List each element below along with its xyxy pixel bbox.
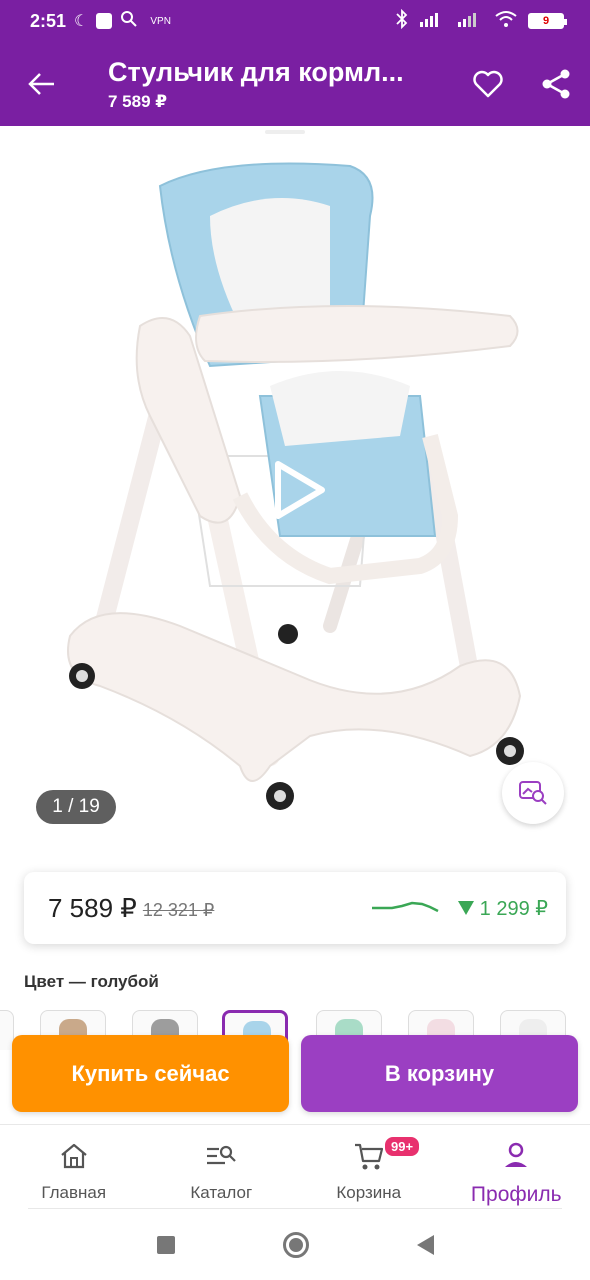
back-button[interactable] (0, 42, 84, 126)
color-label: Цвет — голубой (24, 972, 159, 991)
search-icon (120, 10, 138, 33)
cart-icon (353, 1139, 385, 1173)
nav-label-cart: Корзина (336, 1183, 402, 1202)
cart-count-badge: 99+ (383, 1135, 422, 1158)
image-counter: 1 / 19 (36, 790, 116, 824)
nav-label-home: Главная (41, 1183, 107, 1202)
nav-item-profile[interactable]: Профиль (443, 1125, 590, 1210)
nav-item-cart[interactable]: 99+ Корзина (295, 1125, 443, 1210)
price-drop-value: 1 299 ₽ (479, 897, 548, 920)
gallery-handle (265, 130, 305, 134)
wifi-icon (494, 10, 518, 33)
system-nav-bar (0, 1210, 590, 1280)
catalog-search-icon (205, 1139, 237, 1173)
bottom-nav: Главная Каталог 99+ Корзина Профиль (0, 1124, 590, 1210)
product-gallery[interactable]: 1 / 19 (0, 126, 590, 856)
profile-icon (501, 1139, 531, 1173)
buy-now-button[interactable]: Купить сейчас (12, 1035, 289, 1112)
status-left-icons: ☾ VPN (74, 10, 171, 33)
image-search-icon (519, 781, 547, 805)
header-texts: Стульчик для кормл... 7 589 ₽ (84, 57, 454, 112)
add-to-cart-button[interactable]: В корзину (301, 1035, 578, 1112)
nav-item-catalog[interactable]: Каталог (148, 1125, 296, 1210)
price-current: 7 589 ₽ (48, 892, 137, 923)
home-button[interactable] (282, 1232, 309, 1258)
nav-label-profile: Профиль (470, 1183, 562, 1206)
status-time: 2:51 (30, 10, 67, 31)
favorite-button[interactable] (454, 42, 522, 126)
price-drop: 1 299 ₽ (457, 896, 548, 921)
nav-divider (28, 1208, 562, 1209)
signal-icon-2 (456, 10, 484, 33)
header-price: 7 589 ₽ (108, 91, 168, 111)
share-button[interactable] (522, 42, 590, 126)
price-old: 12 321 ₽ (142, 899, 215, 920)
page-title: Стульчик для кормл... (108, 56, 404, 87)
price-history-sparkline (371, 901, 439, 913)
heart-icon (473, 70, 503, 98)
share-icon (542, 69, 570, 99)
triangle-down-icon (457, 901, 474, 915)
play-video-button[interactable] (266, 458, 330, 522)
price-card[interactable]: 7 589 ₽ 12 321 ₽ 1 299 ₽ (24, 872, 566, 944)
notification-square-icon (96, 13, 113, 29)
arrow-left-icon (28, 73, 54, 95)
signal-icon (418, 10, 446, 33)
status-bar: 2:51 ☾ VPN 9 (0, 0, 590, 42)
status-right-icons: 9 (396, 8, 567, 34)
moon-icon: ☾ (74, 13, 89, 30)
vpn-label: VPN (150, 15, 171, 27)
battery-icon: 9 (528, 13, 567, 29)
price-trend: 1 299 ₽ (371, 896, 548, 921)
nav-label-catalog: Каталог (190, 1183, 253, 1202)
home-icon (59, 1139, 89, 1173)
nav-item-home[interactable]: Главная (0, 1125, 148, 1210)
bluetooth-icon (396, 8, 408, 34)
system-back-button[interactable] (416, 1235, 434, 1255)
find-similar-button[interactable] (502, 762, 564, 824)
recent-apps-button[interactable] (156, 1236, 175, 1254)
app-header: Стульчик для кормл... 7 589 ₽ (0, 42, 590, 126)
